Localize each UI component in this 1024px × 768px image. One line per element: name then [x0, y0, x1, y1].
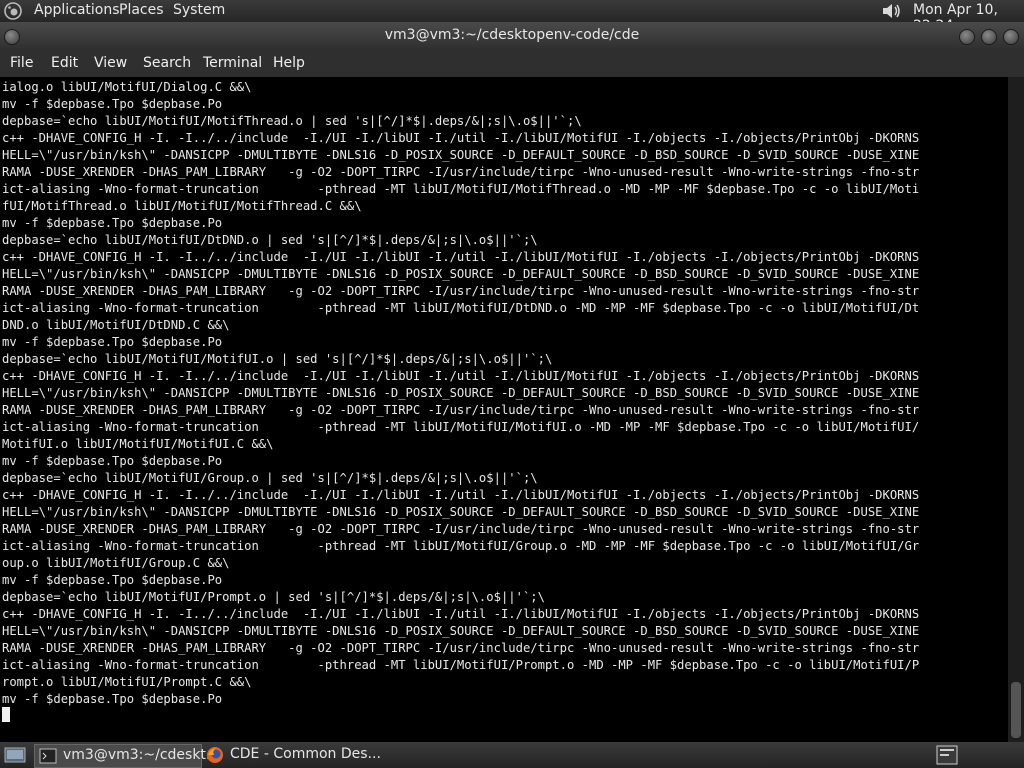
scrollbar-thumb[interactable] — [1011, 682, 1021, 738]
menu-edit[interactable]: Edit — [51, 55, 78, 71]
menu-help[interactable]: Help — [273, 55, 305, 71]
menubar: File Edit View Search Terminal Help — [0, 50, 1024, 77]
terminal-scrollbar[interactable] — [1008, 77, 1024, 742]
menu-view[interactable]: View — [94, 55, 127, 71]
applications-menu[interactable]: Applications — [34, 2, 120, 18]
terminal-icon — [39, 748, 57, 764]
window-titlebar[interactable]: vm3@vm3:~/cdesktopenv-code/cde — [0, 22, 1024, 50]
window-title: vm3@vm3:~/cdesktopenv-code/cde — [384, 27, 640, 43]
firefox-icon — [207, 747, 223, 763]
bottom-taskbar: vm3@vm3:~/cdeskt... CDE - Common Des... — [0, 742, 1024, 768]
system-menu[interactable]: System — [173, 2, 225, 18]
minimize-button[interactable] — [959, 29, 975, 45]
taskbar-terminal-button[interactable]: vm3@vm3:~/cdeskt... — [34, 744, 219, 768]
terminal-tray-icon[interactable] — [936, 745, 958, 765]
terminal-output[interactable]: ialog.o libUI/MotifUI/Dialog.C &&\ mv -f… — [0, 77, 1008, 742]
maximize-button[interactable] — [981, 29, 997, 45]
close-button[interactable] — [1003, 29, 1019, 45]
menu-search[interactable]: Search — [143, 55, 191, 71]
top-panel: Applications Places System Mon Apr 10, 2… — [0, 0, 1024, 34]
show-desktop-icon[interactable] — [3, 745, 27, 765]
menu-terminal[interactable]: Terminal — [203, 55, 262, 71]
taskbar-terminal-label: vm3@vm3:~/cdeskt... — [63, 747, 220, 763]
taskbar-cde-label: CDE - Common Des... — [230, 746, 381, 762]
places-menu[interactable]: Places — [119, 2, 164, 18]
terminal-text: ialog.o libUI/MotifUI/Dialog.C &&\ mv -f… — [2, 80, 920, 706]
speaker-icon[interactable] — [880, 1, 902, 21]
gnome-foot-icon[interactable] — [3, 1, 23, 21]
terminal-cursor — [2, 707, 10, 722]
taskbar-cde-button[interactable]: CDE - Common Des... — [202, 744, 402, 766]
menu-file[interactable]: File — [10, 55, 33, 71]
